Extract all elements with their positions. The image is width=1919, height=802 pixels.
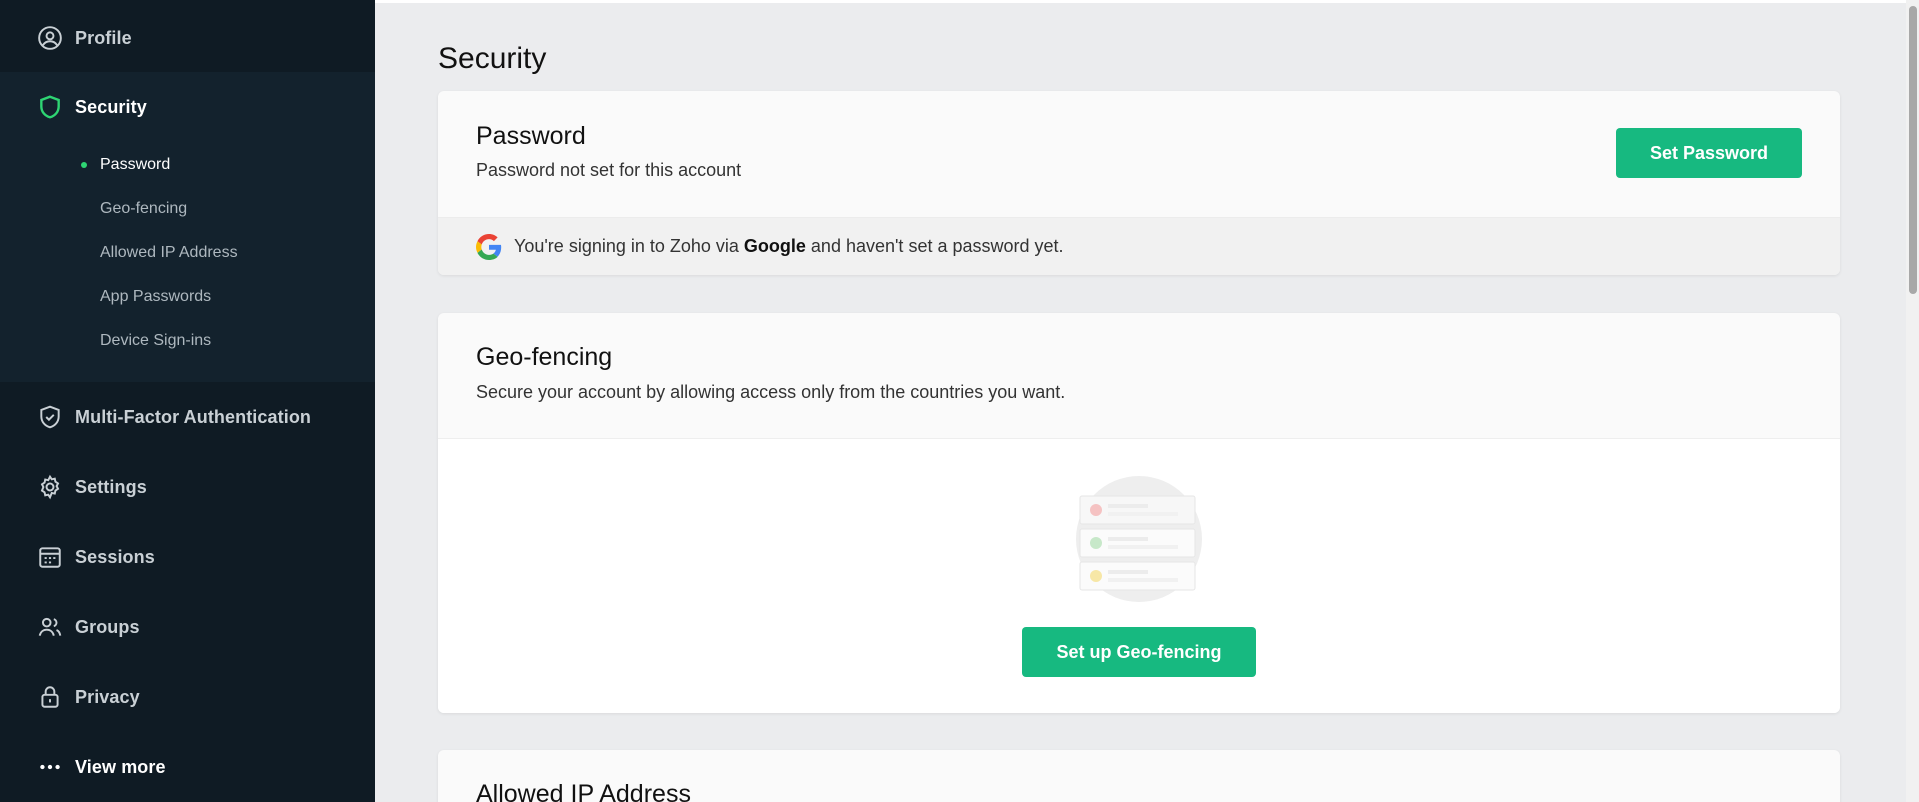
allowed-ip-card: Allowed IP Address <box>438 750 1840 802</box>
gear-icon <box>37 474 63 500</box>
sidebar-item-label: Multi-Factor Authentication <box>75 406 312 427</box>
sidebar-subitem-app-passwords[interactable]: App Passwords <box>100 288 211 306</box>
sidebar-item-security[interactable]: Security <box>0 72 375 142</box>
sidebar-subitem-allowed-ip[interactable]: Allowed IP Address <box>100 244 238 262</box>
sidebar-item-label: Settings <box>75 476 147 497</box>
geo-card-title: Geo-fencing <box>476 343 613 371</box>
password-card-subtitle: Password not set for this account <box>476 160 742 180</box>
sidebar-item-privacy[interactable]: Privacy <box>0 662 375 732</box>
set-password-button[interactable]: Set Password <box>1616 128 1802 178</box>
shield-icon <box>37 94 63 120</box>
sidebar-item-view-more[interactable]: View more <box>0 732 375 802</box>
geo-card-subtitle: Secure your account by allowing access o… <box>476 382 1066 402</box>
sidebar-item-label: Sessions <box>75 546 155 567</box>
vertical-scrollbar[interactable] <box>1906 0 1919 802</box>
scrollbar-thumb[interactable] <box>1909 6 1917 294</box>
more-horizontal-icon <box>37 754 63 780</box>
setup-geo-fencing-button[interactable]: Set up Geo-fencing <box>1022 627 1256 677</box>
sidebar-item-sessions[interactable]: Sessions <box>0 522 375 592</box>
user-circle-icon <box>37 25 63 51</box>
geo-fencing-card: Geo-fencing Secure your account by allow… <box>438 313 1840 713</box>
notice-suffix: and haven't set a password yet. <box>805 236 1064 256</box>
sidebar-item-groups[interactable]: Groups <box>0 592 375 662</box>
sidebar-item-label: View more <box>75 756 166 777</box>
sidebar-item-mfa[interactable]: Multi-Factor Authentication <box>0 382 375 452</box>
sidebar-item-profile[interactable]: Profile <box>0 3 375 73</box>
lock-icon <box>37 684 63 710</box>
sidebar-item-settings[interactable]: Settings <box>0 452 375 522</box>
geo-illustration <box>1076 476 1202 602</box>
sidebar-item-label: Security <box>75 96 147 117</box>
users-icon <box>37 614 63 640</box>
sidebar-subitem-geo-fencing[interactable]: Geo-fencing <box>100 200 187 218</box>
sidebar-item-label: Groups <box>75 616 140 637</box>
sidebar-item-label: Profile <box>75 27 132 48</box>
google-signin-notice: You're signing in to Zoho via Google and… <box>438 217 1840 275</box>
password-card-title: Password <box>476 122 586 150</box>
sidebar-item-label: Privacy <box>75 686 140 707</box>
password-card: Password Password not set for this accou… <box>438 91 1840 275</box>
shield-check-icon <box>37 404 63 430</box>
google-icon <box>476 233 502 260</box>
sidebar-subitem-password[interactable]: Password <box>100 156 170 174</box>
notice-prefix: You're signing in to Zoho via <box>514 236 744 256</box>
notice-brand: Google <box>743 236 806 256</box>
calendar-icon <box>37 544 63 570</box>
sidebar: Profile Security Password Geo-fencing Al… <box>0 0 375 802</box>
page-title: Security <box>438 42 547 75</box>
geo-card-body: Set up Geo-fencing <box>438 438 1840 713</box>
active-indicator <box>81 162 87 168</box>
sidebar-subitem-device-signins[interactable]: Device Sign-ins <box>100 332 211 350</box>
ip-card-title: Allowed IP Address <box>476 780 691 802</box>
top-border <box>375 0 1906 3</box>
